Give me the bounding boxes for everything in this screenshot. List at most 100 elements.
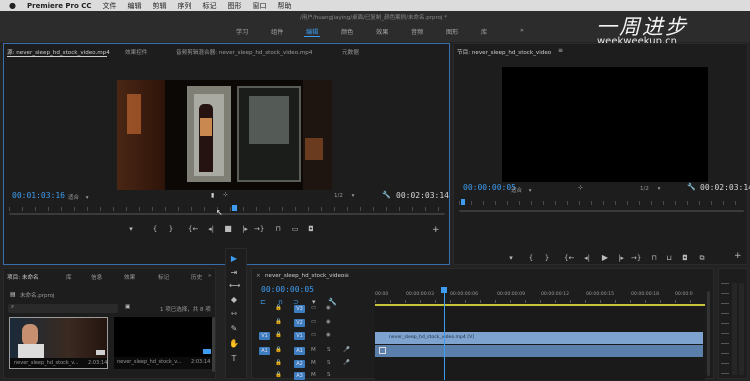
tab-program[interactable]: 节目: never_sleep_hd_stock_video — [457, 48, 551, 56]
project-tabs-more[interactable]: » — [208, 273, 211, 279]
type-tool-icon[interactable]: T — [229, 354, 239, 364]
eye-icon[interactable]: ◉ — [326, 319, 331, 325]
source-patch-a1[interactable]: A1 — [259, 347, 270, 355]
extract-icon[interactable]: ⊔ — [664, 253, 674, 263]
mark-in-icon[interactable]: { — [150, 224, 160, 234]
play-icon[interactable]: ▶ — [600, 253, 610, 263]
track-v2-label[interactable]: V2 — [294, 319, 305, 327]
program-scroll-track[interactable] — [459, 210, 744, 212]
program-timecode-current[interactable]: 00:00:00:05 — [463, 183, 516, 192]
lock-icon[interactable]: 🔒 — [275, 332, 282, 338]
project-item-2[interactable]: never_sleep_hd_stock_v... 2:03:14 — [114, 317, 213, 369]
video-clip[interactable]: never_sleep_hd_stock_video.mp4 [V] — [375, 332, 703, 344]
program-insert-icon[interactable]: ⊹ — [578, 185, 583, 191]
source-add-button[interactable]: + — [432, 225, 440, 235]
track-select-tool-icon[interactable]: ⇥ — [229, 268, 239, 278]
wrench-icon[interactable]: 🔧 — [687, 183, 696, 191]
mute-icon[interactable]: M — [311, 347, 316, 353]
tab-libraries[interactable]: 库 — [481, 27, 487, 36]
track-a2-label[interactable]: A2 — [294, 360, 305, 368]
eye-icon[interactable]: ◉ — [326, 305, 331, 311]
mark-out-icon[interactable]: } — [542, 253, 552, 263]
apple-icon[interactable]: ● — [9, 1, 16, 10]
lock-icon[interactable]: 🔒 — [275, 305, 282, 311]
program-fit-dropdown[interactable]: 适合 ▾ — [511, 186, 551, 194]
source-scroll-track[interactable] — [9, 213, 445, 215]
hand-tool-icon[interactable]: ✋ — [229, 339, 239, 349]
source-timecode-current[interactable]: 00:01:03:16 — [12, 191, 65, 200]
solo-icon[interactable]: S — [327, 372, 331, 378]
go-to-in-icon[interactable]: {← — [188, 224, 198, 234]
lock-icon[interactable]: 🔒 — [275, 347, 282, 353]
program-resolution-dropdown[interactable]: 1/2 ▾ — [640, 186, 680, 192]
camera-icon[interactable]: ◘ — [306, 224, 316, 234]
insert-icon[interactable]: ⊓ — [273, 224, 283, 234]
track-v1-label[interactable]: V1 — [294, 332, 305, 340]
tab-audio-clip-mixer[interactable]: 音频剪辑混合器: never_sleep_hd_stock_video.mp4 — [176, 48, 312, 56]
lock-icon[interactable]: 🔒 — [275, 360, 282, 366]
go-to-out-icon[interactable]: →} — [254, 224, 264, 234]
program-scrub-bar[interactable] — [459, 199, 744, 213]
menu-clip[interactable]: 剪辑 — [153, 1, 167, 11]
track-a1-label[interactable]: A1 — [294, 347, 305, 355]
timeline-close-icon[interactable]: × — [256, 273, 261, 279]
tab-project[interactable]: 项目: 未命名 — [7, 273, 39, 281]
mute-icon[interactable]: M — [311, 372, 316, 378]
solo-icon[interactable]: S — [327, 360, 331, 366]
lock-icon[interactable]: 🔒 — [275, 319, 282, 325]
mark-out-icon[interactable]: } — [166, 224, 176, 234]
tab-info[interactable]: 信息 — [91, 273, 102, 281]
compare-icon[interactable]: ⧉ — [697, 253, 707, 263]
wrench-icon[interactable]: 🔧 — [382, 191, 391, 199]
timeline-playhead[interactable] — [444, 289, 446, 380]
step-forward-icon[interactable]: |▸ — [240, 224, 250, 234]
slip-tool-icon[interactable]: ⇿ — [229, 309, 239, 319]
camera-icon[interactable]: ◘ — [680, 253, 690, 263]
tab-color[interactable]: 颜色 — [341, 27, 353, 36]
new-bin-icon[interactable]: ▣ — [125, 304, 130, 310]
project-search-input[interactable] — [8, 304, 118, 313]
source-fit-dropdown[interactable]: 适合 ▾ — [68, 193, 108, 201]
solo-icon[interactable]: S — [327, 347, 331, 353]
lift-icon[interactable]: ⊓ — [649, 253, 659, 263]
source-insert-icon[interactable]: ⊹ — [223, 192, 228, 198]
tab-history[interactable]: 历史 — [191, 273, 202, 281]
mark-in-icon[interactable]: { — [526, 253, 536, 263]
tab-source[interactable]: 源: never_sleep_hd_stock_video.mp4 — [7, 48, 110, 56]
tab-assembly[interactable]: 组件 — [271, 27, 283, 36]
project-item-1[interactable]: never_sleep_hd_stock_v... 2:03:14 — [9, 317, 108, 369]
workspace-more[interactable]: » — [520, 27, 524, 34]
app-name[interactable]: Premiere Pro CC — [27, 2, 92, 10]
menu-edit[interactable]: 编辑 — [128, 1, 142, 11]
sync-lock-icon[interactable]: ▭ — [311, 305, 316, 311]
mute-icon[interactable]: M — [311, 360, 316, 366]
menu-sequence[interactable]: 序列 — [178, 1, 192, 11]
source-resolution-dropdown[interactable]: 1/2 ▾ — [334, 193, 374, 199]
step-back-icon[interactable]: ◂| — [582, 253, 592, 263]
timeline-playhead-handle[interactable] — [441, 287, 448, 293]
razor-tool-icon[interactable]: ◆ — [229, 295, 239, 305]
source-patch-v1[interactable]: V1 — [259, 332, 270, 340]
add-marker-icon[interactable]: ▾ — [506, 253, 516, 263]
menu-graphics[interactable]: 图形 — [228, 1, 242, 11]
tab-sequence[interactable]: never_sleep_hd_stock_video — [265, 273, 344, 279]
add-marker-icon[interactable]: ▾ — [126, 224, 136, 234]
go-to-out-icon[interactable]: →} — [631, 253, 641, 263]
menu-help[interactable]: 帮助 — [278, 1, 292, 11]
audio-clip[interactable] — [375, 345, 703, 357]
project-scrollbar[interactable] — [212, 317, 215, 372]
pen-tool-icon[interactable]: ✎ — [229, 324, 239, 334]
sync-lock-icon[interactable]: ▭ — [311, 319, 316, 325]
timeline-ruler[interactable]: 00:00 00:00:00:03 00:00:00:06 00:00:00:0… — [375, 287, 705, 307]
menu-window[interactable]: 窗口 — [253, 1, 267, 11]
selection-tool-icon[interactable]: ▶ — [229, 254, 239, 264]
stop-icon[interactable]: ■ — [223, 224, 233, 234]
mic-icon[interactable]: 🎤 — [343, 347, 350, 353]
mic-icon[interactable]: 🎤 — [343, 360, 350, 366]
overwrite-icon[interactable]: ▭ — [290, 224, 300, 234]
lock-icon[interactable]: 🔒 — [275, 372, 282, 378]
source-scrub-bar[interactable] — [9, 205, 445, 215]
timeline-track-area[interactable]: never_sleep_hd_stock_video.mp4 [V] — [375, 307, 705, 380]
tab-learn[interactable]: 学习 — [236, 27, 248, 36]
tab-audio[interactable]: 音频 — [411, 27, 423, 36]
